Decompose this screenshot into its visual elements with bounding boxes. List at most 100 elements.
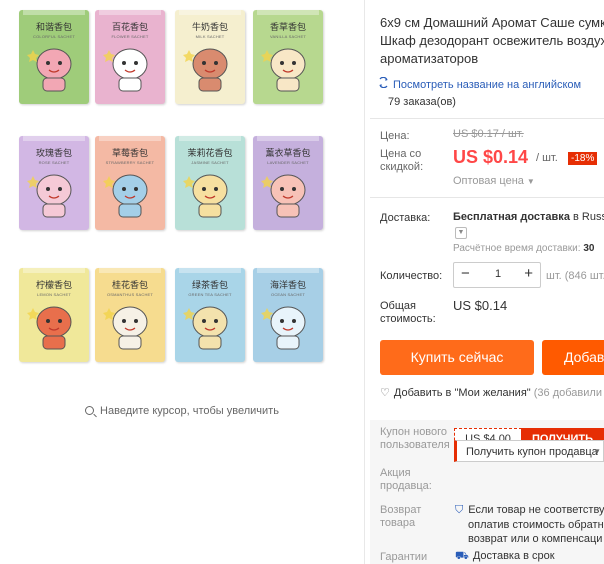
sachet-image[interactable]: 薰衣草香包 LAVENDER SACHET: [253, 136, 323, 230]
free-shipping-text: Бесплатная доставка: [453, 211, 570, 223]
cartoon-illustration: [27, 42, 81, 94]
sachet-label: 玫瑰香包: [35, 149, 72, 159]
return-policy-text: Если товар не соответствуе: [468, 504, 604, 516]
add-to-cart-button[interactable]: Добав: [542, 340, 604, 375]
truck-icon: ⛟: [455, 550, 469, 562]
return-policy-line: возврат или о компенсаци: [468, 533, 603, 545]
wishlist-count: (36 добавили: [533, 387, 602, 399]
sachet-seal: [99, 136, 161, 141]
total-label: Общая стоимость:: [380, 300, 436, 326]
buy-now-button[interactable]: Купить сейчас: [380, 340, 534, 375]
sachet-seal: [179, 136, 241, 141]
cartoon-illustration: [183, 168, 237, 220]
quantity-label: Количество:: [380, 270, 443, 282]
wishlist-text[interactable]: Добавить в "Мои желания": [394, 387, 531, 399]
sachet-seal: [99, 268, 161, 273]
new-user-coupon-label-line: Купон нового: [380, 426, 448, 438]
sachet-image[interactable]: 香草香包 VANILLA SACHET: [253, 10, 323, 104]
pane-divider: [364, 0, 365, 564]
seller-promo-label: Акция продавца:: [380, 467, 432, 493]
sachet-sublabel: LAVENDER SACHET: [267, 160, 309, 165]
sachet-sublabel: STRAWBERRY SACHET: [105, 160, 155, 165]
sachet-image[interactable]: 和谐香包 COLORFUL SACHET: [19, 10, 89, 104]
seller-coupon-select[interactable]: Получить купон продавца ▼: [454, 440, 604, 462]
delivery-estimate-value: 30: [583, 243, 595, 254]
sachet-sublabel: OSMANTHUS SACHET: [106, 292, 154, 297]
return-policy-line: ⛉ Если товар не соответствуе: [455, 504, 604, 517]
sachet-label: 桂花香包: [111, 281, 148, 291]
sachet-label: 百花香包: [111, 23, 148, 33]
sachet-image[interactable]: 柠檬香包 LEMON SACHET: [19, 268, 89, 362]
sachet-sublabel: JASMINE SACHET: [191, 160, 229, 165]
sachet-image[interactable]: 桂花香包 OSMANTHUS SACHET: [95, 268, 165, 362]
new-user-coupon-label: Купон нового пользователя: [380, 426, 450, 452]
return-policy-line: оплатив стоимость обратно: [468, 519, 604, 531]
cartoon-illustration: [261, 300, 315, 352]
zoom-hint-text: Наведите курсор, чтобы увеличить: [100, 405, 279, 417]
seller-promo-label-line: продавца:: [380, 480, 432, 492]
sachet-label: 牛奶香包: [191, 23, 228, 33]
sachet-image[interactable]: 海洋香包 OCEAN SACHET: [253, 268, 323, 362]
sachet-sublabel: VANILLA SACHET: [269, 34, 307, 39]
shipping-value[interactable]: Бесплатная доставка в Russia: [453, 211, 604, 223]
sachet-label: 绿茶香包: [191, 281, 228, 291]
seller-coupon-select-text[interactable]: Получить купон продавца: [466, 446, 598, 458]
sachet-label: 茉莉花香包: [187, 149, 233, 159]
sachet-seal: [23, 268, 85, 273]
cartoon-illustration: [103, 42, 157, 94]
return-label: Возврат товара: [380, 504, 421, 530]
sachet-seal: [23, 136, 85, 141]
cartoon-illustration: [103, 168, 157, 220]
sachet-sublabel: OCEAN SACHET: [271, 292, 305, 297]
shield-icon: ⛉: [455, 504, 464, 516]
sachet-sublabel: GREEN TEA SACHET: [188, 292, 232, 297]
sachet-label: 香草香包: [269, 23, 306, 33]
caret-down-icon: ▼: [593, 447, 601, 456]
sachet-seal: [257, 268, 319, 273]
sachet-seal: [99, 10, 161, 15]
sachet-sublabel: MILK SACHET: [195, 34, 225, 39]
cartoon-illustration: [27, 168, 81, 220]
sachet-label: 柠檬香包: [35, 281, 72, 291]
shipping-label: Доставка:: [380, 212, 431, 224]
sachet-sublabel: LEMON SACHET: [37, 292, 71, 297]
sachet-image[interactable]: 茉莉花香包 JASMINE SACHET: [175, 136, 245, 230]
sachet-sublabel: FLOWER SACHET: [111, 34, 149, 39]
sachet-label: 海洋香包: [269, 281, 306, 291]
chevron-down-icon[interactable]: ▼: [455, 227, 467, 239]
seller-promo-label-line: Акция: [380, 467, 411, 479]
sachet-sublabel: ROSE SACHET: [38, 160, 70, 165]
sachet-seal: [179, 10, 241, 15]
total-price: US $0.14: [453, 298, 508, 313]
increase-quantity-button[interactable]: +: [524, 265, 533, 282]
sachet-image[interactable]: 草莓香包 STRAWBERRY SACHET: [95, 136, 165, 230]
delivery-estimate-label: Расчётное время доставки:: [453, 243, 581, 254]
shipping-destination[interactable]: в Russia: [573, 211, 604, 223]
sachet-seal: [179, 268, 241, 273]
sachet-image[interactable]: 玫瑰香包 ROSE SACHET: [19, 136, 89, 230]
add-to-wishlist-link[interactable]: ♡ Добавить в "Мои желания" (36 добавили: [380, 386, 602, 399]
magnifier-icon: [85, 406, 95, 415]
sachet-seal: [257, 136, 319, 141]
new-user-coupon-label-line: пользователя: [380, 439, 450, 451]
sachet-label: 和谐香包: [35, 23, 72, 33]
quantity-stepper[interactable]: − 1 +: [453, 262, 541, 288]
return-label-line: товара: [380, 517, 416, 529]
sachet-image[interactable]: 绿茶香包 GREEN TEA SACHET: [175, 268, 245, 362]
cartoon-illustration: [261, 168, 315, 220]
available-quantity: шт. (846 шт.: [546, 270, 604, 282]
zoom-hint: Наведите курсор, чтобы увеличить: [0, 405, 364, 417]
sachet-image[interactable]: 牛奶香包 MILK SACHET: [175, 10, 245, 104]
sachet-seal: [23, 10, 85, 15]
guarantee-label: Гарантии: [380, 551, 428, 563]
cartoon-illustration: [27, 300, 81, 352]
cartoon-illustration: [103, 300, 157, 352]
sachet-label: 草莓香包: [111, 149, 148, 159]
quantity-input[interactable]: 1: [488, 268, 508, 280]
total-label-line: Общая: [380, 300, 416, 312]
sachet-label: 薰衣草香包: [265, 149, 311, 159]
product-image-gallery[interactable]: 和谐香包 COLORFUL SACHET 百花香包 FLOWER SACHET 牛奶香包…: [0, 0, 364, 564]
cartoon-illustration: [183, 42, 237, 94]
sachet-image[interactable]: 百花香包 FLOWER SACHET: [95, 10, 165, 104]
decrease-quantity-button[interactable]: −: [461, 265, 470, 282]
